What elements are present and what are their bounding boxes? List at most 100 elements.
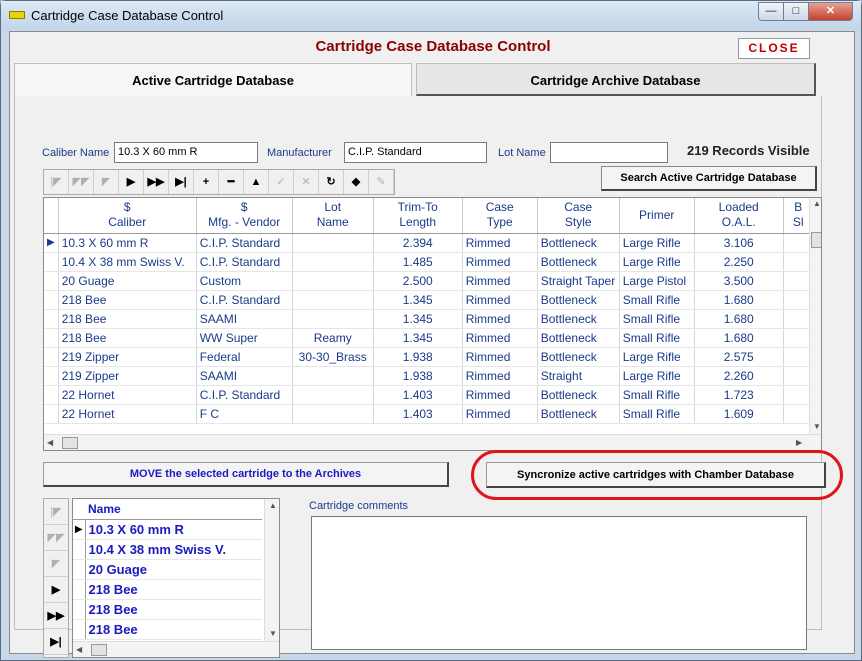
table-cell[interactable]: Bottleneck bbox=[537, 328, 620, 348]
table-cell[interactable]: 219 Zipper bbox=[58, 366, 197, 386]
table-cell[interactable]: Rimmed bbox=[462, 385, 538, 405]
table-cell[interactable]: 1.485 bbox=[373, 252, 463, 272]
name-column-header[interactable]: Name bbox=[85, 499, 262, 520]
table-cell[interactable]: 30-30_Brass bbox=[292, 347, 374, 367]
table-cell[interactable]: 1.723 bbox=[694, 385, 784, 405]
table-cell[interactable]: Large Pistol bbox=[619, 271, 695, 291]
table-cell[interactable]: 2.250 bbox=[694, 252, 784, 272]
table-cell[interactable]: Bottleneck bbox=[537, 233, 620, 253]
column-header[interactable]: $ Mfg. - Vendor bbox=[196, 198, 293, 234]
sync-chamber-database-button[interactable]: Syncronize active cartridges with Chambe… bbox=[486, 462, 826, 488]
table-cell[interactable]: C.I.P. Standard bbox=[196, 290, 293, 310]
table-row[interactable]: 218 Bee C.I.P. Standard 1.345 Rimmed Bottlen… bbox=[44, 290, 814, 310]
list-item[interactable]: 218 Bee bbox=[73, 599, 262, 620]
name-cell[interactable]: 218 Bee bbox=[85, 619, 262, 640]
table-cell[interactable]: C.I.P. Standard bbox=[196, 252, 293, 272]
table-cell[interactable] bbox=[292, 252, 374, 272]
name-cell[interactable]: 10.3 X 60 mm R bbox=[85, 519, 262, 540]
table-cell[interactable]: Federal bbox=[196, 347, 293, 367]
table-row[interactable]: 218 Bee SAAMI 1.345 Rimmed Bottleneck Small R… bbox=[44, 309, 814, 329]
table-cell[interactable] bbox=[292, 404, 374, 424]
table-row[interactable]: 20 Guage Custom 2.500 Rimmed Straight Taper L… bbox=[44, 271, 814, 291]
column-header[interactable]: Lot Name bbox=[292, 198, 374, 234]
lot-name-field[interactable] bbox=[550, 142, 668, 163]
table-cell[interactable]: 1.938 bbox=[373, 366, 463, 386]
table-cell[interactable]: SAAMI bbox=[196, 366, 293, 386]
caliber-name-field[interactable]: 10.3 X 60 mm R bbox=[114, 142, 258, 163]
column-header[interactable]: $ Caliber bbox=[58, 198, 197, 234]
grid-vertical-scroll-thumb[interactable] bbox=[811, 232, 821, 248]
table-row[interactable]: 10.4 X 38 mm Swiss V. C.I.P. Standard 1.48… bbox=[44, 252, 814, 272]
table-cell[interactable]: 1.345 bbox=[373, 309, 463, 329]
table-cell[interactable]: Large Rifle bbox=[619, 347, 695, 367]
nav-post-icon[interactable]: ✓ bbox=[269, 170, 294, 194]
table-cell[interactable]: WW Super bbox=[196, 328, 293, 348]
grid-horizontal-scrollbar[interactable]: ◀ ▶ bbox=[44, 434, 821, 450]
list-item[interactable]: 20 Guage bbox=[73, 559, 262, 580]
table-cell[interactable]: Rimmed bbox=[462, 271, 538, 291]
table-cell[interactable]: 219 Zipper bbox=[58, 347, 197, 367]
table-cell[interactable]: 10.3 X 60 mm R bbox=[58, 233, 197, 253]
lower-nav-next-page-icon[interactable]: ▶▶ bbox=[44, 603, 68, 629]
nav-refresh-icon[interactable]: ↻ bbox=[319, 170, 344, 194]
table-cell[interactable]: 218 Bee bbox=[58, 290, 197, 310]
table-cell[interactable]: 3.106 bbox=[694, 233, 784, 253]
table-cell[interactable]: Small Rifle bbox=[619, 385, 695, 405]
lower-nav-prior-icon[interactable]: ◤ bbox=[44, 551, 68, 577]
table-cell[interactable] bbox=[292, 385, 374, 405]
table-cell[interactable]: Rimmed bbox=[462, 309, 538, 329]
grid-horizontal-scroll-thumb[interactable] bbox=[62, 437, 78, 449]
table-row[interactable]: 22 Hornet F C 1.403 Rimmed Bottleneck Small R… bbox=[44, 404, 814, 424]
table-row[interactable]: ▶ 10.3 X 60 mm R C.I.P. Standard 2.394 Rimme… bbox=[44, 233, 814, 253]
name-horizontal-scroll-thumb[interactable] bbox=[91, 644, 107, 656]
lower-nav-first-icon[interactable]: |◤ bbox=[44, 499, 68, 525]
table-cell[interactable]: 2.500 bbox=[373, 271, 463, 291]
lower-nav-last-icon[interactable]: ▶| bbox=[44, 629, 68, 655]
scroll-right-icon[interactable]: ▶ bbox=[796, 438, 802, 447]
name-scroll-up-icon[interactable]: ▲ bbox=[269, 501, 277, 510]
column-header[interactable]: Case Type bbox=[462, 198, 538, 234]
list-item[interactable]: ▶ 10.3 X 60 mm R bbox=[73, 519, 262, 540]
close-button[interactable]: CLOSE bbox=[738, 38, 810, 59]
table-cell[interactable]: Rimmed bbox=[462, 347, 538, 367]
column-header[interactable]: Loaded O.A.L. bbox=[694, 198, 784, 234]
table-cell[interactable]: 22 Hornet bbox=[58, 385, 197, 405]
table-cell[interactable]: 218 Bee bbox=[58, 328, 197, 348]
table-row[interactable]: 22 Hornet C.I.P. Standard 1.403 Rimmed Bottl… bbox=[44, 385, 814, 405]
move-to-archives-button[interactable]: MOVE the selected cartridge to the Archi… bbox=[43, 462, 449, 487]
table-cell[interactable]: Rimmed bbox=[462, 290, 538, 310]
nav-first-icon[interactable]: |◤ bbox=[44, 170, 69, 194]
table-cell[interactable]: Small Rifle bbox=[619, 404, 695, 424]
nav-cancel-update-icon[interactable]: ✎ bbox=[369, 170, 394, 194]
nav-next-icon[interactable]: ▶ bbox=[119, 170, 144, 194]
table-cell[interactable]: Small Rifle bbox=[619, 328, 695, 348]
table-cell[interactable]: 218 Bee bbox=[58, 309, 197, 329]
name-scroll-down-icon[interactable]: ▼ bbox=[269, 629, 277, 638]
column-header[interactable]: Trim-To Length bbox=[373, 198, 463, 234]
table-cell[interactable]: Reamy bbox=[292, 328, 374, 348]
table-cell[interactable]: Rimmed bbox=[462, 233, 538, 253]
table-cell[interactable] bbox=[292, 271, 374, 291]
table-cell[interactable]: Bottleneck bbox=[537, 385, 620, 405]
table-cell[interactable]: Custom bbox=[196, 271, 293, 291]
list-item[interactable]: 10.4 X 38 mm Swiss V. bbox=[73, 539, 262, 560]
lower-nav-prior-page-icon[interactable]: ◤◤ bbox=[44, 525, 68, 551]
scroll-down-icon[interactable]: ▼ bbox=[813, 422, 821, 431]
table-cell[interactable]: 1.680 bbox=[694, 309, 784, 329]
table-row[interactable]: 219 Zipper Federal 30-30_Brass 1.938 Rimmed B… bbox=[44, 347, 814, 367]
title-bar[interactable]: Cartridge Case Database Control — □ ✕ bbox=[1, 1, 861, 29]
table-cell[interactable]: 2.575 bbox=[694, 347, 784, 367]
table-cell[interactable]: 1.680 bbox=[694, 328, 784, 348]
table-cell[interactable]: Rimmed bbox=[462, 328, 538, 348]
list-item[interactable]: 218 Bee bbox=[73, 579, 262, 600]
lower-nav-next-icon[interactable]: ▶ bbox=[44, 577, 68, 603]
table-cell[interactable]: 1.403 bbox=[373, 404, 463, 424]
table-cell[interactable]: 2.394 bbox=[373, 233, 463, 253]
tab-active-cartridge-database[interactable]: Active Cartridge Database bbox=[14, 63, 412, 96]
name-list-horizontal-scrollbar[interactable]: ◀ bbox=[73, 641, 279, 657]
table-cell[interactable]: Straight bbox=[537, 366, 620, 386]
table-cell[interactable]: 1.345 bbox=[373, 290, 463, 310]
name-scroll-left-icon[interactable]: ◀ bbox=[76, 645, 82, 654]
table-cell[interactable]: Bottleneck bbox=[537, 347, 620, 367]
table-cell[interactable]: 20 Guage bbox=[58, 271, 197, 291]
